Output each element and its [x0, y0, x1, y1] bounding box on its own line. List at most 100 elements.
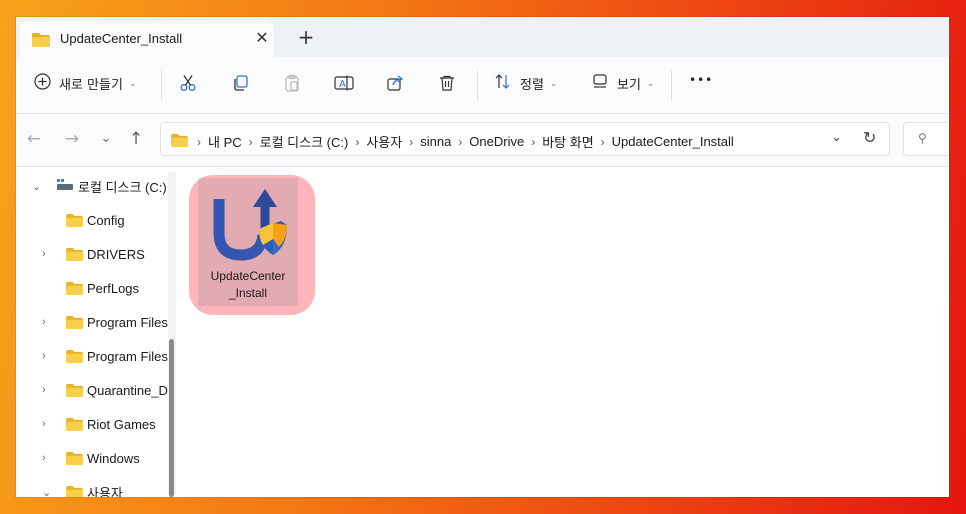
- sidebar-item-label: 로컬 디스크 (C:): [78, 179, 167, 195]
- chevron-down-icon: ⌄: [128, 78, 137, 89]
- folder-icon: [66, 486, 83, 497]
- view-label: 보기: [617, 78, 641, 93]
- sort-button[interactable]: 정렬 ⌄: [494, 73, 557, 94]
- sidebar-item-quarantine[interactable]: › Quarantine_Data: [16, 375, 176, 405]
- expand-icon[interactable]: ›: [42, 418, 46, 430]
- folder-icon: [66, 418, 83, 434]
- view-button[interactable]: 보기 ⌄: [592, 73, 654, 94]
- sidebar-item-drivers[interactable]: › DRIVERS: [16, 239, 176, 269]
- share-button[interactable]: [386, 74, 404, 96]
- breadcrumb-users[interactable]: 사용자: [366, 132, 402, 151]
- sidebar-item-program-files[interactable]: › Program Files: [16, 307, 176, 337]
- address-row: ← → ⌄ ↑ › 내 PC › 로컬 디스크 (C:) › 사용자 › sin…: [16, 114, 949, 167]
- chevron-down-icon: ⌄: [549, 78, 558, 89]
- breadcrumb-separator: ›: [458, 134, 463, 149]
- breadcrumb-current-folder[interactable]: UpdateCenter_Install: [612, 134, 734, 149]
- folder-icon: [66, 384, 83, 400]
- sidebar-item-users[interactable]: ⌄ 사용자: [16, 477, 176, 497]
- sidebar-scrollbar-thumb[interactable]: [169, 339, 174, 497]
- breadcrumb-separator: ›: [409, 134, 414, 149]
- new-tab-button[interactable]: +: [296, 27, 316, 47]
- rename-icon: A: [334, 74, 354, 96]
- file-name-line: _Install: [228, 286, 268, 300]
- sort-label: 정렬: [520, 78, 544, 93]
- new-button[interactable]: 새로 만들기 ⌄: [34, 73, 136, 94]
- tab-title: UpdateCenter_Install: [60, 31, 183, 46]
- folder-icon: [66, 248, 83, 264]
- navigation-pane: ⌄ 로컬 디스크 (C:) Config › DRIVERS PerfLogs …: [16, 167, 178, 497]
- tab-strip: UpdateCenter_Install ✕ +: [16, 17, 949, 57]
- sidebar-item-label: Windows: [87, 450, 140, 466]
- breadcrumb-separator: ›: [600, 134, 605, 149]
- search-input[interactable]: ⚲: [903, 122, 949, 156]
- rename-button[interactable]: A: [334, 74, 354, 96]
- file-name-label[interactable]: UpdateCenter _Install: [198, 268, 298, 302]
- sidebar-item-windows[interactable]: › Windows: [16, 443, 176, 473]
- breadcrumb-user[interactable]: sinna: [420, 134, 451, 149]
- address-history-dropdown[interactable]: ⌄: [831, 130, 842, 145]
- sidebar-item-label: 사용자: [87, 485, 123, 498]
- drive-icon: [57, 179, 73, 194]
- forward-button[interactable]: →: [61, 128, 83, 150]
- up-button[interactable]: ↑: [125, 128, 147, 150]
- tab-updatecenter-install[interactable]: UpdateCenter_Install ✕: [20, 21, 274, 57]
- expand-icon[interactable]: ⌄: [42, 486, 51, 498]
- breadcrumb-onedrive[interactable]: OneDrive: [469, 134, 524, 149]
- breadcrumb: › 내 PC › 로컬 디스크 (C:) › 사용자 › sinna › One…: [171, 132, 734, 151]
- more-options-button[interactable]: •••: [689, 73, 713, 87]
- file-name-line: UpdateCenter: [210, 269, 286, 283]
- expand-icon[interactable]: ›: [42, 350, 46, 362]
- file-explorer-window: UpdateCenter_Install ✕ + 새로 만들기 ⌄ A 정렬 ⌄…: [16, 17, 949, 497]
- paste-button[interactable]: [283, 74, 301, 96]
- back-button[interactable]: ←: [23, 128, 45, 150]
- expand-icon[interactable]: ›: [42, 384, 46, 396]
- expand-icon[interactable]: ›: [42, 316, 46, 328]
- delete-button[interactable]: [438, 74, 456, 96]
- share-icon: [386, 74, 404, 96]
- divider: [477, 70, 478, 100]
- breadcrumb-desktop[interactable]: 바탕 화면: [542, 132, 593, 151]
- divider: [671, 70, 672, 100]
- chevron-down-icon: ⌄: [646, 78, 655, 89]
- sidebar-item-label: PerfLogs: [87, 280, 140, 296]
- delete-icon: [438, 74, 456, 96]
- sidebar-item-config[interactable]: Config: [16, 205, 176, 235]
- folder-icon: [32, 32, 50, 51]
- expand-icon[interactable]: ›: [42, 452, 46, 464]
- folder-icon: [66, 350, 83, 366]
- folder-icon: [66, 452, 83, 468]
- search-icon: ⚲: [918, 131, 927, 145]
- breadcrumb-separator: ›: [248, 134, 253, 149]
- sidebar-item-riot-games[interactable]: › Riot Games: [16, 409, 176, 439]
- breadcrumb-local-disk[interactable]: 로컬 디스크 (C:): [260, 132, 349, 151]
- breadcrumb-separator: ›: [355, 134, 360, 149]
- address-bar[interactable]: › 내 PC › 로컬 디스크 (C:) › 사용자 › sinna › One…: [160, 122, 890, 156]
- sidebar-item-local-disk[interactable]: ⌄ 로컬 디스크 (C:): [16, 171, 176, 201]
- view-icon: [592, 73, 608, 94]
- cut-button[interactable]: [179, 74, 197, 96]
- updatecenter-app-icon[interactable]: [205, 183, 291, 265]
- folder-icon: [66, 316, 83, 332]
- expand-icon[interactable]: ›: [42, 248, 46, 260]
- folder-icon: [171, 133, 188, 150]
- sidebar-item-label: Quarantine_Data: [87, 382, 176, 398]
- svg-text:A: A: [339, 79, 346, 90]
- breadcrumb-separator: ›: [197, 134, 201, 149]
- paste-icon: [283, 74, 301, 96]
- close-tab-button[interactable]: ✕: [252, 28, 272, 48]
- sidebar-item-program-files-x86[interactable]: › Program Files (x86): [16, 341, 176, 371]
- sort-icon: [494, 73, 512, 94]
- refresh-button[interactable]: ↻: [863, 128, 876, 147]
- breadcrumb-separator: ›: [531, 134, 536, 149]
- cut-icon: [179, 74, 197, 96]
- recent-locations-button[interactable]: ⌄: [95, 128, 117, 150]
- command-bar: 새로 만들기 ⌄ A 정렬 ⌄ 보기 ⌄ •••: [16, 57, 949, 114]
- expand-icon[interactable]: ⌄: [32, 180, 41, 193]
- divider: [161, 70, 162, 100]
- breadcrumb-this-pc[interactable]: 내 PC: [208, 132, 242, 151]
- copy-button[interactable]: [232, 74, 250, 96]
- sidebar-item-perflogs[interactable]: PerfLogs: [16, 273, 176, 303]
- new-icon: [34, 73, 51, 94]
- folder-icon: [66, 214, 83, 230]
- sidebar-item-label: Program Files (x86): [87, 348, 176, 364]
